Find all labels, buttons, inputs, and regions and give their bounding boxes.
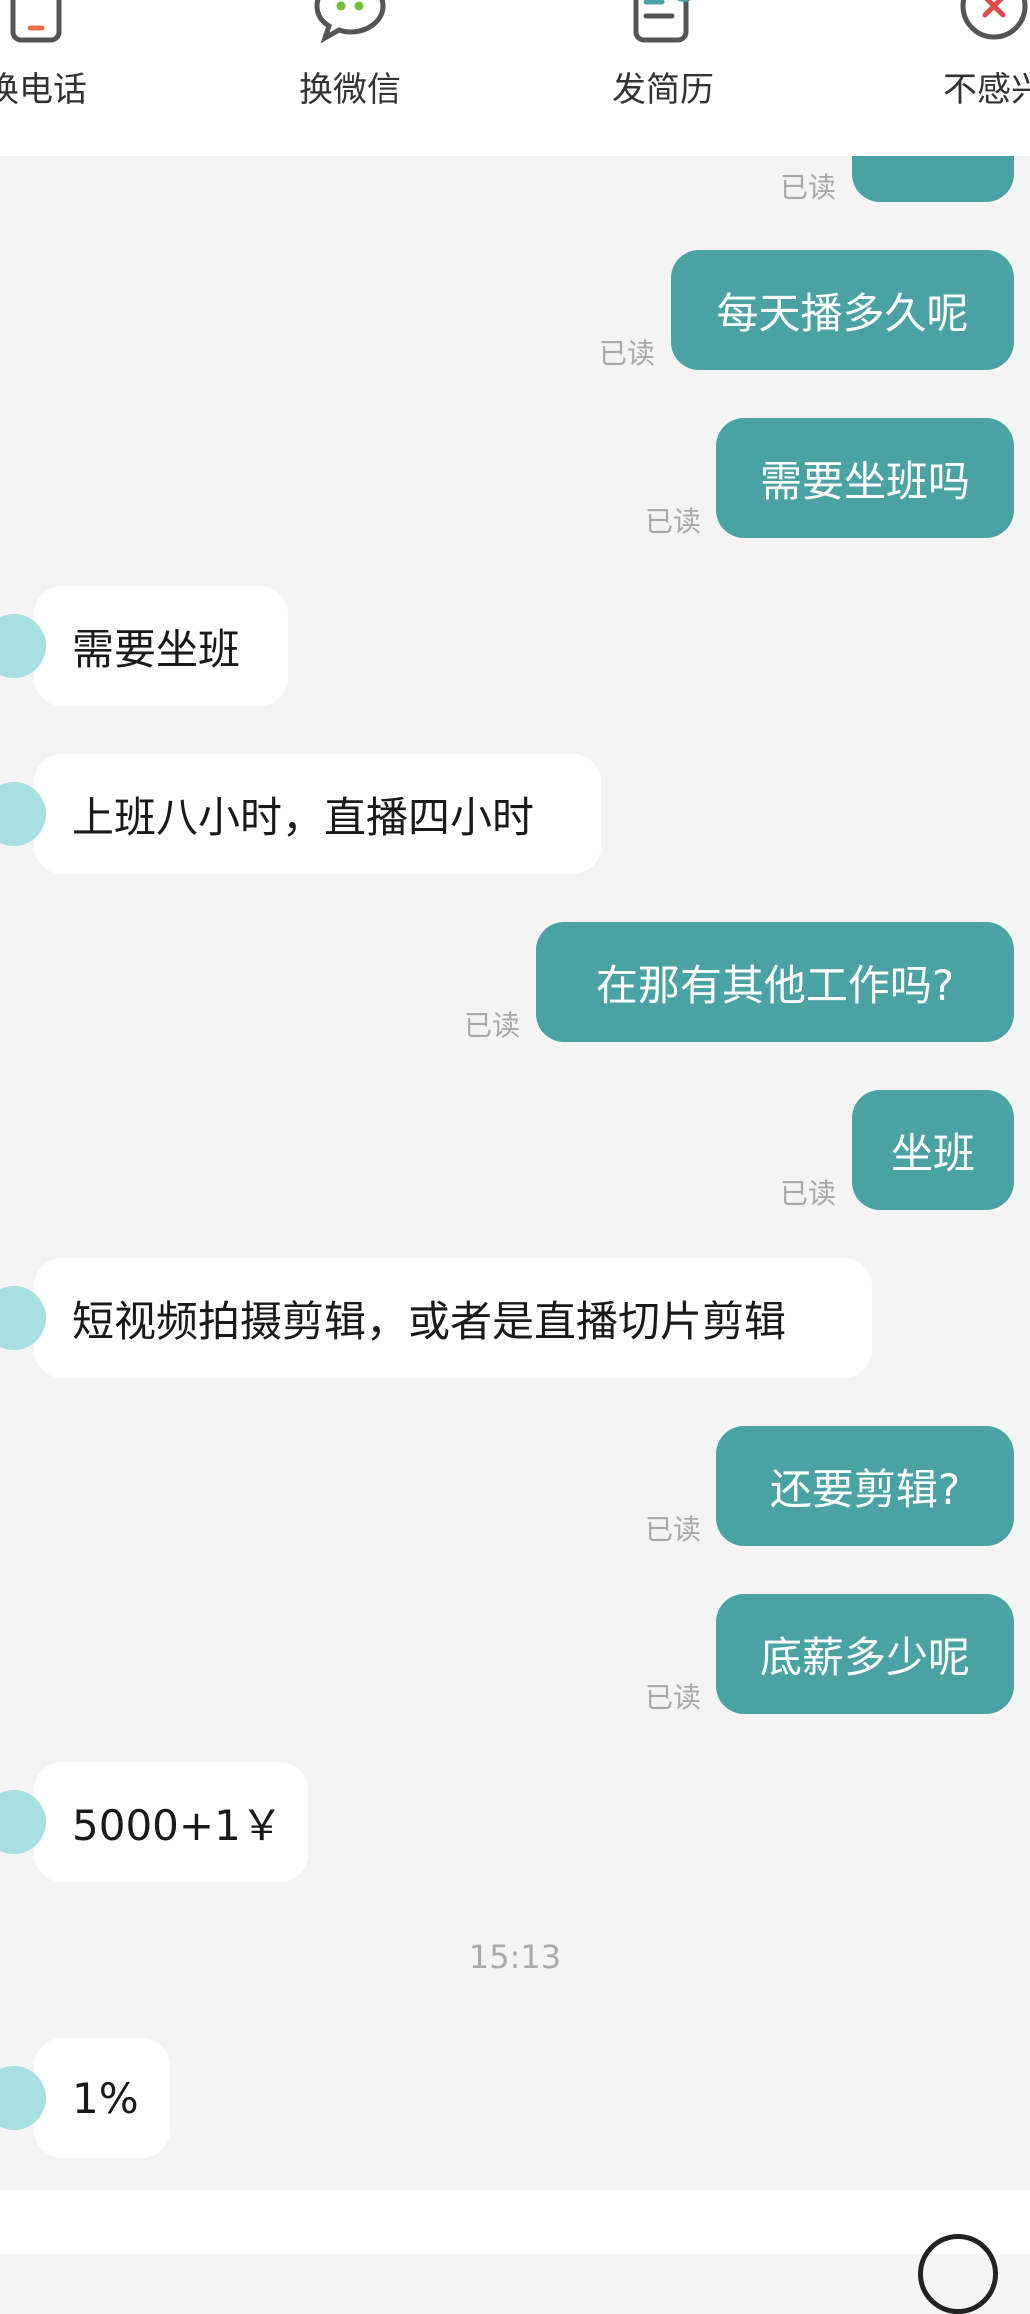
phone-icon [10, 0, 62, 43]
avatar[interactable] [0, 1286, 46, 1350]
resume-icon [633, 0, 692, 43]
message-bubble-received[interactable]: 5000+1￥ [0, 1762, 308, 1882]
message-bubble-sent[interactable]: 坐班 [852, 1090, 1014, 1210]
message-text: 坐班 [890, 1128, 975, 1178]
read-receipt: 已读 [645, 1681, 702, 1714]
message-text: 短视频拍摄剪辑，或者是直播切片剪辑 [72, 1296, 787, 1346]
avatar[interactable] [0, 782, 46, 846]
message-text: 上班八小时，直播四小时 [72, 792, 535, 842]
exchange-wechat-label: 换微信 [299, 70, 401, 110]
chat-message-list[interactable]: 已读 每天播多久呢 已读 需要坐班吗 已读 需要坐班 上班八小时，直播四小时 在… [0, 156, 1030, 2190]
voice-input-icon[interactable] [918, 2234, 998, 2314]
message-bubble-sent[interactable]: 每天播多久呢 [671, 250, 1014, 370]
message-bubble-received[interactable]: 上班八小时，直播四小时 [0, 754, 601, 874]
message-bubble-sent[interactable] [852, 156, 1014, 202]
read-receipt: 已读 [645, 1513, 702, 1546]
read-receipt: 已读 [780, 171, 837, 204]
input-bar [0, 2190, 1030, 2314]
close-icon [960, 0, 1028, 40]
not-interested-label: 不感兴 [943, 70, 1030, 110]
exchange-phone-label: 换电话 [0, 70, 87, 110]
message-bubble-sent[interactable]: 在那有其他工作吗? [536, 922, 1014, 1042]
avatar[interactable] [0, 2066, 46, 2130]
message-bubble-sent[interactable]: 还要剪辑? [716, 1426, 1014, 1546]
avatar[interactable] [0, 614, 46, 678]
message-text: 还要剪辑? [769, 1464, 961, 1514]
message-bubble-sent[interactable]: 需要坐班吗 [716, 418, 1014, 538]
message-bubble-received[interactable]: 需要坐班 [0, 586, 288, 706]
message-text: 5000+1￥ [72, 1800, 283, 1850]
read-receipt: 已读 [464, 1009, 521, 1042]
read-receipt: 已读 [599, 337, 656, 370]
action-toolbar: 换电话 换微信 发简历 不感兴 [0, 0, 1030, 156]
wechat-icon [314, 0, 386, 44]
message-bubble-received[interactable]: 1% [0, 2038, 170, 2158]
avatar[interactable] [0, 1790, 46, 1854]
exchange-wechat-button[interactable]: 换微信 [250, 0, 450, 156]
message-text: 在那有其他工作吗? [595, 960, 955, 1010]
send-resume-label: 发简历 [612, 70, 714, 110]
message-text: 需要坐班吗 [759, 456, 970, 506]
not-interested-button[interactable]: 不感兴 [894, 0, 1030, 156]
message-bubble-sent[interactable]: 底薪多少呢 [716, 1594, 1014, 1714]
message-text: 每天播多久呢 [716, 288, 969, 338]
exchange-phone-button[interactable]: 换电话 [0, 0, 136, 156]
message-timestamp: 15:13 [468, 1938, 562, 1976]
message-text: 底薪多少呢 [759, 1632, 970, 1682]
message-text: 1% [72, 2073, 139, 2123]
read-receipt: 已读 [780, 1177, 837, 1210]
message-text: 需要坐班 [72, 624, 241, 674]
read-receipt: 已读 [645, 505, 702, 538]
send-resume-button[interactable]: 发简历 [563, 0, 763, 156]
message-bubble-received[interactable]: 短视频拍摄剪辑，或者是直播切片剪辑 [0, 1258, 872, 1378]
